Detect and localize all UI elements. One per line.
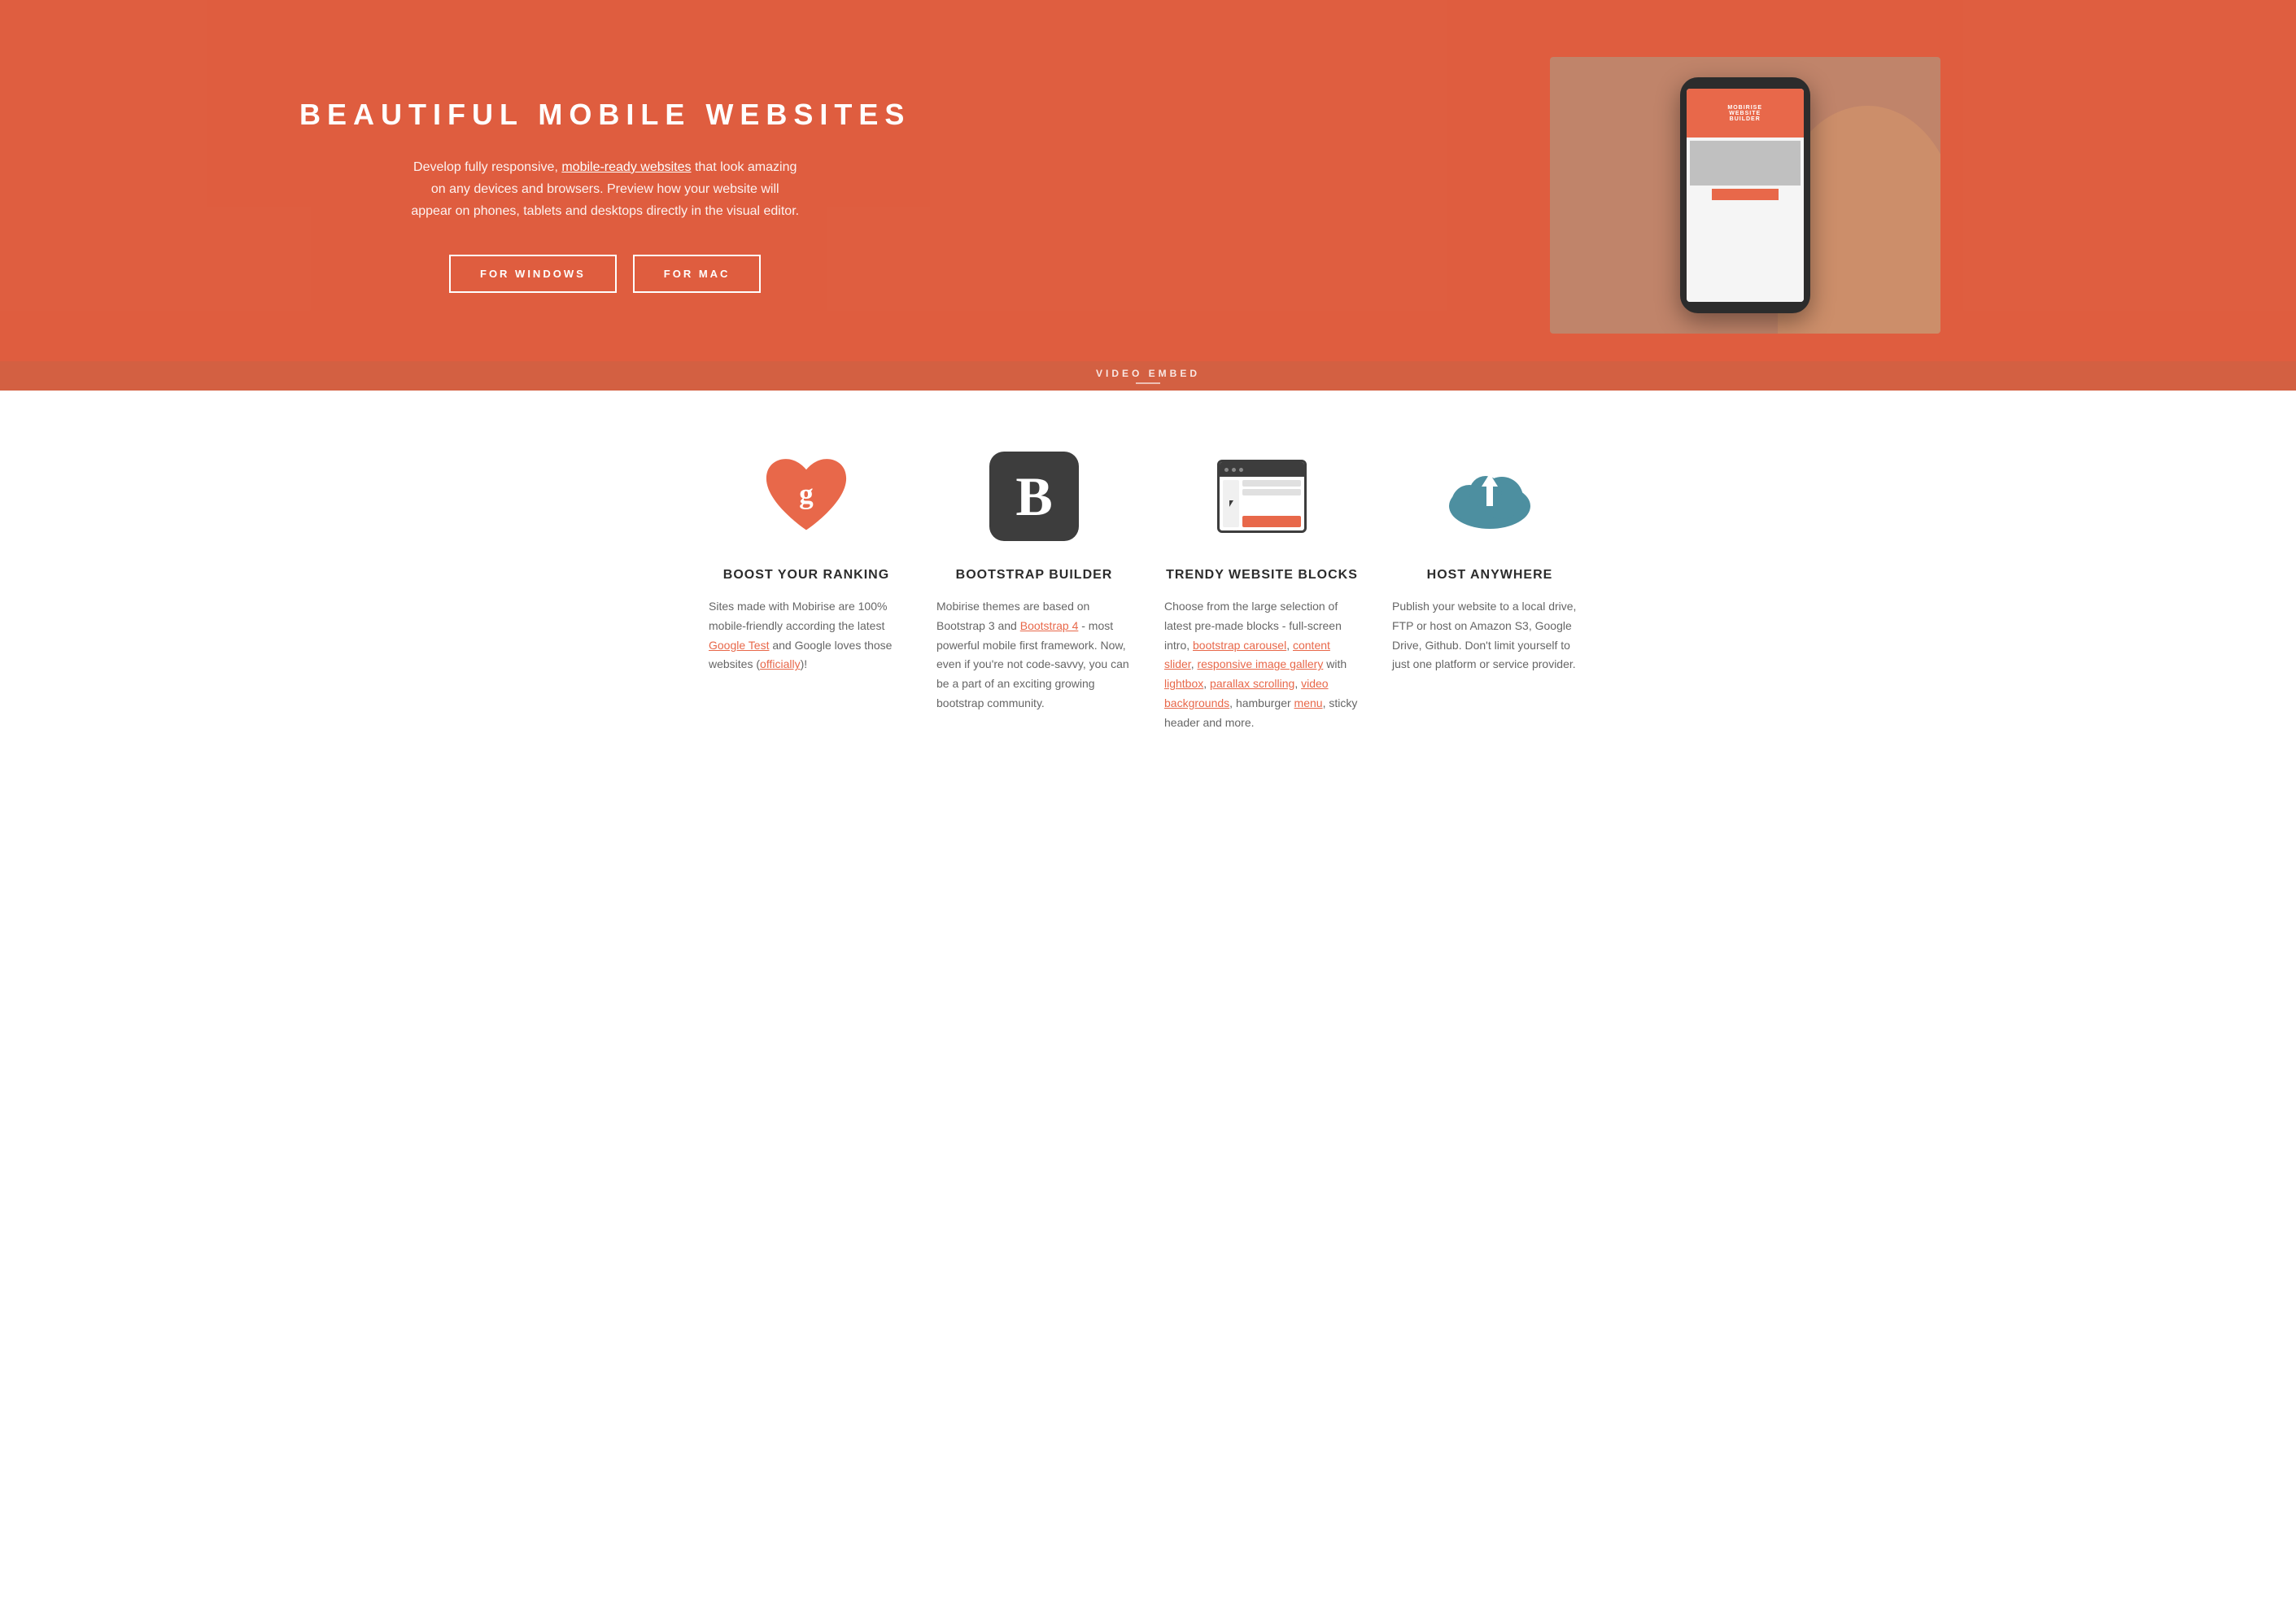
trendy-blocks-icon-wrap (1213, 447, 1311, 545)
bootstrap-builder-icon-wrap: B (985, 447, 1083, 545)
hero-desc-link[interactable]: mobile-ready websites (561, 160, 691, 174)
google-test-link[interactable]: Google Test (709, 639, 769, 652)
svg-text:g: g (799, 478, 814, 510)
browser-dot-1 (1224, 468, 1229, 472)
host-anywhere-title: HOST ANYWHERE (1427, 568, 1553, 583)
phone-screen-title-line3: BUILDER (1730, 116, 1761, 122)
browser-content-row (1223, 480, 1301, 527)
host-anywhere-icon-wrap (1441, 447, 1539, 545)
hero-right-content: MOBIRISE WEBSITE BUILDER (1194, 0, 2296, 391)
boost-ranking-desc: Sites made with Mobirise are 100% mobile… (709, 597, 904, 674)
trendy-blocks-desc: Choose from the large selection of lates… (1164, 597, 1360, 733)
video-embed-label: VIDEO EMBED (1096, 368, 1200, 379)
phone-screen-image-placeholder (1690, 141, 1801, 186)
feature-boost-ranking: g BOOST YOUR RANKING Sites made with Mob… (692, 447, 920, 733)
browser-dot-2 (1232, 468, 1236, 472)
bootstrap-b-icon: B (989, 452, 1079, 541)
hero-left-content: BEAUTIFUL MOBILE WEBSITES Develop fully … (0, 0, 1194, 391)
lightbox-link[interactable]: lightbox (1164, 677, 1203, 690)
bootstrap4-link[interactable]: Bootstrap 4 (1020, 619, 1079, 632)
bootstrap-carousel-link[interactable]: bootstrap carousel (1193, 639, 1286, 652)
phone-button-placeholder (1712, 189, 1779, 200)
hero-section: BEAUTIFUL MOBILE WEBSITES Develop fully … (0, 0, 2296, 391)
browser-body (1220, 477, 1304, 530)
hero-buttons: FOR WINDOWS FOR MAC (449, 255, 761, 293)
phone-screen-header: MOBIRISE WEBSITE BUILDER (1687, 89, 1804, 138)
cursor-icon (1229, 500, 1233, 507)
boost-ranking-title: BOOST YOUR RANKING (723, 568, 889, 583)
feature-bootstrap-builder: B BOOTSTRAP BUILDER Mobirise themes are … (920, 447, 1148, 733)
for-mac-button[interactable]: FOR MAC (633, 255, 762, 293)
menu-link[interactable]: menu (1294, 696, 1323, 709)
officially-link[interactable]: officially (760, 657, 801, 670)
browser-line-1 (1242, 480, 1301, 487)
heart-google-icon: g (757, 447, 855, 545)
phone-screen-title-line1: MOBIRISE (1727, 105, 1762, 111)
boost-ranking-icon-wrap: g (757, 447, 855, 545)
features-section: g BOOST YOUR RANKING Sites made with Mob… (0, 391, 2296, 782)
browser-sidebar (1223, 480, 1239, 527)
video-embed-line (1136, 382, 1160, 384)
bootstrap-builder-title: BOOTSTRAP BUILDER (956, 568, 1113, 583)
phone-mockup: MOBIRISE WEBSITE BUILDER (1680, 77, 1810, 313)
responsive-gallery-link[interactable]: responsive image gallery (1197, 657, 1323, 670)
for-windows-button[interactable]: FOR WINDOWS (449, 255, 617, 293)
phone-screen-title-line2: WEBSITE (1729, 111, 1761, 116)
hero-title: BEAUTIFUL MOBILE WEBSITES (299, 98, 910, 132)
browser-main-area (1242, 480, 1301, 527)
hero-description: Develop fully responsive, mobile-ready w… (410, 156, 801, 223)
bootstrap-builder-desc: Mobirise themes are based on Bootstrap 3… (936, 597, 1132, 714)
phone-screen-body (1687, 138, 1804, 302)
parallax-link[interactable]: parallax scrolling (1210, 677, 1294, 690)
feature-host-anywhere: HOST ANYWHERE Publish your website to a … (1376, 447, 1604, 733)
hero-bottom-bar: VIDEO EMBED (0, 361, 2296, 391)
browser-orange-bar (1242, 516, 1301, 527)
browser-line-2 (1242, 489, 1301, 495)
browser-topbar (1220, 462, 1304, 477)
trendy-blocks-title: TRENDY WEBSITE BLOCKS (1166, 568, 1358, 583)
hero-phone-image: MOBIRISE WEBSITE BUILDER (1550, 57, 1940, 334)
host-anywhere-desc: Publish your website to a local drive, F… (1392, 597, 1587, 674)
feature-trendy-blocks: TRENDY WEBSITE BLOCKS Choose from the la… (1148, 447, 1376, 733)
browser-dot-3 (1239, 468, 1243, 472)
phone-screen: MOBIRISE WEBSITE BUILDER (1687, 89, 1804, 302)
browser-window-icon (1217, 460, 1307, 533)
cloud-upload-icon (1441, 456, 1539, 537)
